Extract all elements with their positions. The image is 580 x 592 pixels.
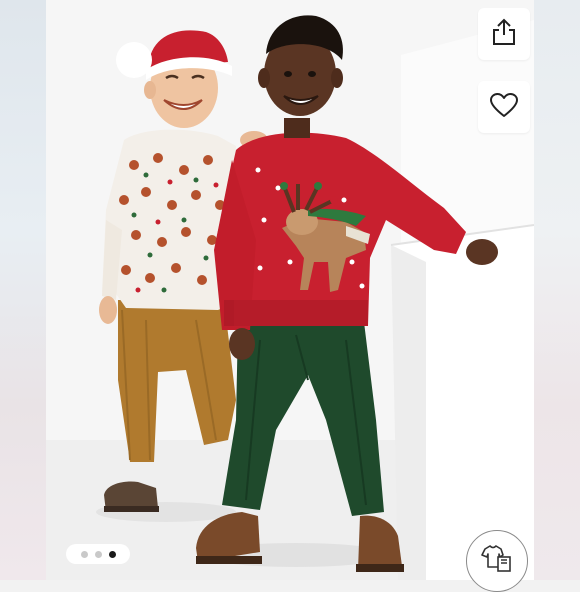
photo-illustration — [46, 0, 534, 580]
left-blur-edge — [0, 0, 46, 580]
carousel-indicator — [66, 544, 130, 564]
right-blur-edge — [534, 0, 580, 580]
like-button[interactable] — [478, 81, 530, 133]
heart-icon — [489, 92, 519, 123]
share-button[interactable] — [478, 8, 530, 60]
carousel-dot-active[interactable] — [108, 550, 116, 558]
carousel-dot[interactable] — [94, 550, 102, 558]
similar-items-button[interactable] — [466, 530, 528, 592]
listing-photo[interactable] — [46, 0, 534, 580]
carousel-dot[interactable] — [80, 550, 88, 558]
share-icon — [491, 18, 517, 51]
clothing-icon — [481, 543, 513, 578]
